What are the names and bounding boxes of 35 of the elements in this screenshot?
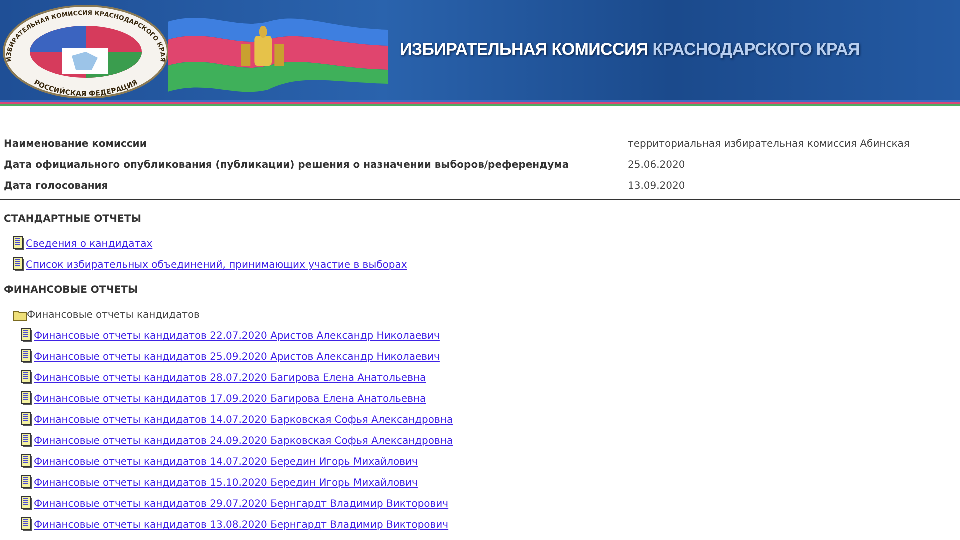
folder-label[interactable]: Финансовые отчеты кандидатов	[27, 310, 200, 321]
info-label: Дата официального опубликования (публикации) решения о назначении выборов/референдума	[3, 159, 570, 173]
document-icon	[21, 433, 32, 447]
document-icon	[21, 475, 32, 489]
report-link[interactable]: Сведения о кандидатах	[26, 239, 153, 250]
document-icon	[21, 349, 32, 363]
report-link[interactable]: Финансовые отчеты кандидатов 22.07.2020 Аристов Александр Николаевич	[34, 331, 440, 342]
report-link[interactable]: Финансовые отчеты кандидатов 24.09.2020 Барковская Софья Александровна	[34, 436, 454, 447]
section-heading: СТАНДАРТНЫЕ ОТЧЕТЫ	[3, 213, 143, 227]
document-icon	[21, 496, 32, 510]
report-link[interactable]: Финансовые отчеты кандидатов 14.07.2020 Бередин Игорь Михайлович	[34, 457, 418, 468]
section-heading: ФИНАНСОВЫЕ ОТЧЕТЫ	[3, 284, 140, 298]
document-icon	[21, 391, 32, 405]
report-link[interactable]: Финансовые отчеты кандидатов 28.07.2020 Багирова Елена Анатольевна	[34, 373, 426, 384]
report-link[interactable]: Финансовые отчеты кандидатов 17.09.2020 Багирова Елена Анатольевна	[34, 394, 426, 405]
info-value: 25.06.2020	[628, 159, 686, 173]
report-link[interactable]: Финансовые отчеты кандидатов 29.07.2020 Бернгардт Владимир Викторович	[34, 499, 449, 510]
document-icon	[21, 517, 32, 531]
document-icon	[21, 328, 32, 342]
info-value: территориальная избирательная комиссия Абинская	[628, 138, 911, 152]
report-link[interactable]: Финансовые отчеты кандидатов 25.09.2020 Аристов Александр Николаевич	[34, 352, 440, 363]
info-label: Наименование комиссии	[3, 138, 148, 152]
report-link[interactable]: Финансовые отчеты кандидатов 15.10.2020 Бередин Игорь Михайлович	[34, 478, 418, 489]
report-link[interactable]: Финансовые отчеты кандидатов 13.08.2020 Бернгардт Владимир Викторович	[34, 520, 449, 531]
document-icon	[21, 454, 32, 468]
document-icon	[21, 412, 32, 426]
info-value: 13.09.2020	[628, 180, 686, 194]
report-link[interactable]: Финансовые отчеты кандидатов 14.07.2020 Барковская Софья Александровна	[34, 415, 454, 426]
document-icon	[21, 370, 32, 384]
folder-icon	[13, 310, 27, 321]
document-icon	[13, 236, 24, 250]
document-icon	[13, 257, 24, 271]
banner-title: ИЗБИРАТЕЛЬНАЯ КОМИССИЯ КРАСНОДАРСКОГО КРАЯ	[400, 40, 860, 60]
info-label: Дата голосования	[3, 180, 110, 194]
report-link[interactable]: Список избирательных объединений, принимающих участие в выборах	[26, 260, 408, 271]
